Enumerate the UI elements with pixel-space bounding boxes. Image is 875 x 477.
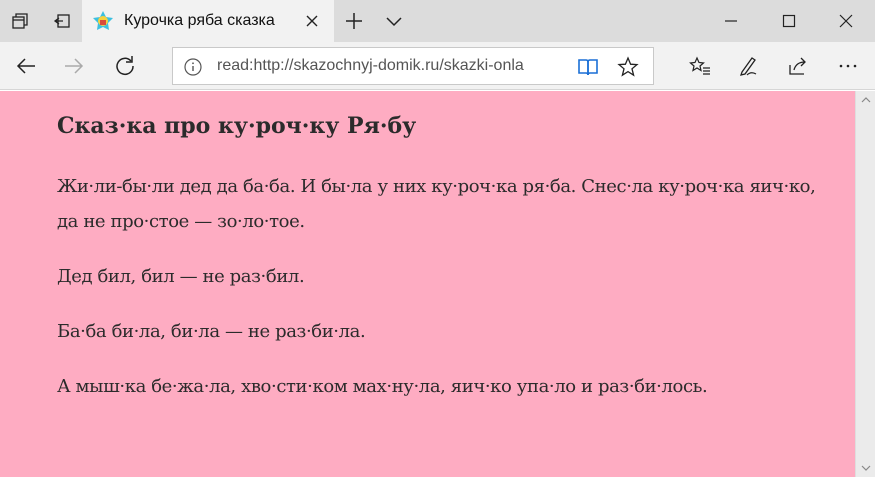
share-button[interactable] xyxy=(780,47,816,85)
close-window-button[interactable] xyxy=(817,0,875,42)
scroll-down-icon[interactable] xyxy=(860,463,872,473)
reading-view-book-icon[interactable] xyxy=(577,56,599,78)
favorite-star-icon[interactable] xyxy=(617,56,639,78)
address-bar[interactable]: read:http://skazochnyj-domik.ru/skazki-o… xyxy=(172,47,654,85)
chevron-down-icon[interactable] xyxy=(382,8,406,34)
navigation-bar: read:http://skazochnyj-domik.ru/skazki-o… xyxy=(0,42,875,90)
scroll-up-icon[interactable] xyxy=(860,95,872,105)
favorites-hub-button[interactable] xyxy=(682,47,718,85)
back-button[interactable] xyxy=(8,47,44,85)
active-tab[interactable]: Курочка ряба сказка xyxy=(82,0,334,42)
maximize-icon xyxy=(782,14,796,28)
forward-button[interactable] xyxy=(56,47,92,85)
forward-arrow-icon xyxy=(65,58,84,74)
maximize-button[interactable] xyxy=(760,0,818,42)
tab-title: Курочка ряба сказка xyxy=(124,12,275,29)
tabs-aside-button[interactable] xyxy=(2,0,38,42)
tab-bar: Курочка ряба сказка xyxy=(0,0,875,42)
info-icon[interactable] xyxy=(183,57,203,77)
notes-pen-icon xyxy=(740,57,757,76)
restore-tabs-icon xyxy=(53,14,70,28)
refresh-icon xyxy=(116,56,134,75)
share-icon xyxy=(789,57,806,75)
url-text[interactable]: read:http://skazochnyj-domik.ru/skazki-o… xyxy=(217,48,577,84)
favorites-hub-icon xyxy=(689,56,710,75)
new-tab-icon[interactable] xyxy=(340,8,368,34)
close-tab-icon[interactable] xyxy=(302,11,322,31)
house-favicon xyxy=(93,11,113,30)
more-dots-icon xyxy=(839,64,857,68)
tabs-aside-icon xyxy=(12,13,28,29)
paragraph: Жи·ли-бы·ли дед да ба·ба. И бы·ла у них … xyxy=(57,176,816,232)
close-window-icon xyxy=(839,14,853,28)
more-button[interactable] xyxy=(830,47,866,85)
notes-button[interactable] xyxy=(730,47,766,85)
reading-view: Сказ·ка про ку·роч·ку Ря·бу Жи·ли-бы·ли … xyxy=(0,91,855,477)
minimize-button[interactable] xyxy=(702,0,760,42)
paragraph: А мыш·ка бе·жа·ла, хво·сти·ком мах·ну·ла… xyxy=(57,376,708,397)
paragraph: Ба·ба би·ла, би·ла — не раз·би·ла. xyxy=(57,321,366,342)
back-arrow-icon xyxy=(16,58,35,74)
article: Сказ·ка про ку·роч·ку Ря·бу Жи·ли-бы·ли … xyxy=(57,91,817,404)
restore-tabs-button[interactable] xyxy=(44,0,80,42)
vertical-scrollbar[interactable] xyxy=(855,91,875,477)
refresh-button[interactable] xyxy=(107,47,143,85)
paragraph: Дед бил, бил — не раз·бил. xyxy=(57,266,305,287)
minimize-icon xyxy=(725,20,737,22)
article-title: Сказ·ка про ку·роч·ку Ря·бу xyxy=(57,113,417,139)
